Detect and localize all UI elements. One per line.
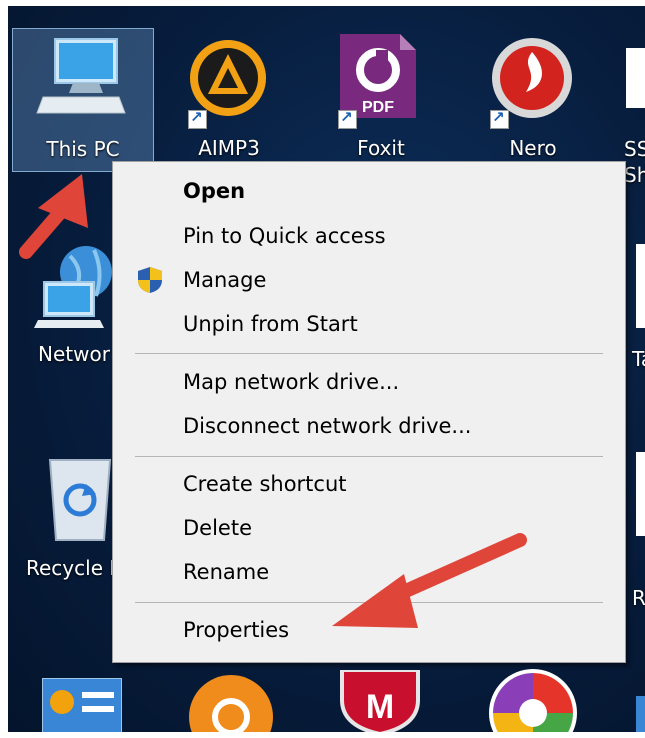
picasa-icon[interactable]: [488, 668, 578, 732]
menu-separator: [135, 456, 603, 457]
aimp3-icon-tile[interactable]: AIMP3: [174, 28, 284, 168]
menu-item-properties[interactable]: Properties: [183, 618, 289, 642]
this-pc-icon-tile[interactable]: This PC: [12, 28, 154, 172]
mcafee-letter: M: [366, 688, 394, 726]
menu-item-rename[interactable]: Rename: [183, 560, 269, 584]
partial-label: SS Sh: [624, 137, 645, 187]
partial-icon: [626, 48, 645, 108]
foxit-pdf-icon: PDF: [340, 34, 416, 118]
foxit-icon-tile[interactable]: PDF Foxit: [326, 28, 436, 168]
menu-item-pin-quick-access[interactable]: Pin to Quick access: [183, 224, 386, 248]
partial-right-label-1: Ta: [632, 347, 645, 371]
properties-arrow-annotation: [332, 533, 527, 628]
aimp-icon: [190, 40, 266, 116]
partial-right-label-2: Re: [632, 586, 645, 610]
mcafee-icon[interactable]: M: [338, 670, 422, 732]
menu-item-unpin-start[interactable]: Unpin from Start: [183, 312, 358, 336]
partial-right-icon-1[interactable]: [636, 244, 645, 328]
menu-item-disconnect-network-drive[interactable]: Disconnect network drive...: [183, 414, 471, 438]
aimp3-label: AIMP3: [198, 136, 260, 160]
shortcut-arrow-icon: [490, 108, 509, 129]
menu-item-open[interactable]: Open: [183, 179, 245, 203]
uac-shield-icon: [138, 267, 162, 293]
pointer-arrow-annotation: [19, 174, 88, 259]
recycle-bin-icon-tile[interactable]: Recycle I: [16, 446, 126, 596]
foxit-badge: PDF: [362, 99, 394, 116]
computer-icon: [36, 38, 126, 114]
nero-icon-tile[interactable]: Nero: [478, 28, 588, 168]
shortcut-arrow-icon: [338, 108, 357, 129]
foxit-label: Foxit: [357, 136, 405, 160]
shortcut-arrow-icon: [188, 108, 207, 129]
menu-item-delete[interactable]: Delete: [183, 516, 252, 540]
nero-label: Nero: [509, 136, 557, 160]
helm-icon[interactable]: [186, 672, 276, 732]
recycle-bin-icon: [48, 459, 112, 541]
menu-item-map-network-drive[interactable]: Map network drive...: [183, 370, 399, 394]
partial-bottom-icon[interactable]: [636, 696, 645, 732]
partial-right-icon-2[interactable]: [636, 452, 645, 536]
menu-item-manage[interactable]: Manage: [183, 268, 266, 292]
control-panel-icon[interactable]: [42, 678, 122, 732]
menu-item-create-shortcut[interactable]: Create shortcut: [183, 472, 347, 496]
menu-separator: [135, 353, 603, 354]
